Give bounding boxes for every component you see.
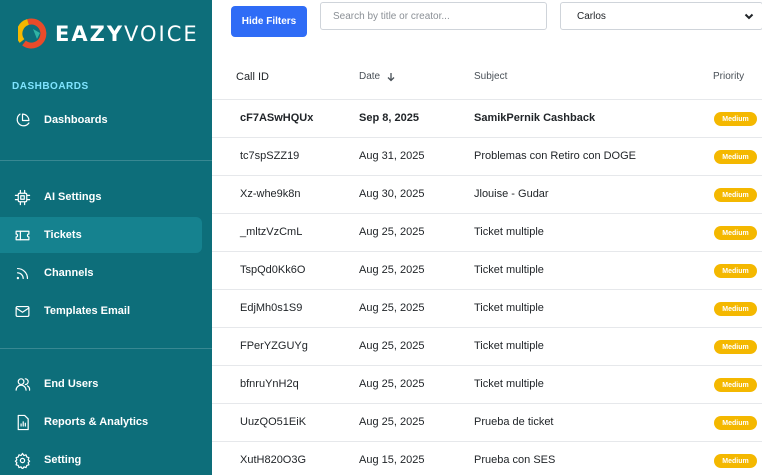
cell-subject: Prueba de ticket	[474, 416, 554, 428]
mail-icon	[12, 301, 32, 321]
sidebar-item-end-users[interactable]: End Users	[0, 366, 202, 402]
priority-badge: Medium	[714, 416, 757, 430]
header-priority[interactable]: Priority	[713, 71, 744, 82]
cell-call-id: FPerYZGUYg	[240, 340, 308, 352]
cell-subject: Ticket multiple	[474, 340, 544, 352]
priority-badge: Medium	[714, 454, 757, 468]
table-row[interactable]: XutH820O3G Aug 15, 2025 Prueba con SES Medi…	[212, 442, 762, 475]
table-row[interactable]: tc7spSZZ19 Aug 31, 2025 Problemas con Reti…	[212, 138, 762, 176]
cell-subject: Problemas con Retiro con DOGE	[474, 150, 637, 162]
sidebar-item-dashboards[interactable]: Dashboards	[0, 102, 202, 138]
cell-subject: Ticket multiple	[474, 302, 544, 314]
agent-select-value: Carlos	[577, 10, 606, 22]
priority-badge: Medium	[714, 340, 757, 354]
cell-call-id: _mltzVzCmL	[240, 226, 303, 238]
table-row[interactable]: _mltzVzCmL Aug 25, 2025 Ticket multiple Med…	[212, 214, 762, 252]
priority-badge: Medium	[714, 150, 757, 164]
cell-subject: SamikPernik Cashback	[474, 112, 596, 124]
table-row[interactable]: TspQd0Kk6O Aug 25, 2025 Ticket multiple Med…	[212, 252, 762, 290]
sidebar-item-label: Tickets	[44, 229, 82, 241]
sidebar-divider	[0, 160, 212, 161]
search-input[interactable]	[320, 2, 547, 30]
cell-call-id: EdjMh0s1S9	[240, 302, 303, 314]
brand-name: EAZYVOICE	[55, 22, 199, 46]
sidebar-item-reports-analytics[interactable]: Reports & Analytics	[0, 404, 202, 440]
cell-date: Aug 25, 2025	[359, 378, 425, 390]
cell-date: Aug 25, 2025	[359, 264, 425, 276]
cpu-icon	[12, 187, 32, 207]
gear-icon	[12, 450, 32, 470]
cell-call-id: cF7ASwHQUx	[240, 112, 314, 124]
header-call-id[interactable]: Call ID	[236, 71, 269, 83]
sidebar-item-tickets[interactable]: Tickets	[0, 217, 202, 253]
sidebar-item-label: Dashboards	[44, 114, 108, 126]
logo-mark-icon	[16, 17, 52, 51]
priority-badge: Medium	[714, 302, 757, 316]
sidebar-item-ai-settings[interactable]: AI Settings	[0, 179, 202, 215]
cell-call-id: Xz-whe9k8n	[240, 188, 301, 200]
priority-badge: Medium	[714, 378, 757, 392]
cell-call-id: bfnruYnH2q	[240, 378, 299, 390]
sidebar-divider	[0, 348, 212, 349]
table-header-row: Call ID Date Subject Priority	[212, 55, 762, 100]
report-icon	[12, 412, 32, 432]
cell-date: Aug 15, 2025	[359, 454, 425, 466]
priority-badge: Medium	[714, 226, 757, 240]
priority-badge: Medium	[714, 188, 757, 202]
arrow-down-icon	[387, 72, 395, 81]
cell-date: Aug 25, 2025	[359, 340, 425, 352]
cell-subject: Prueba con SES	[474, 454, 556, 466]
hide-filters-button[interactable]: Hide Filters	[231, 6, 307, 37]
sidebar-item-label: End Users	[44, 378, 99, 390]
sidebar-item-label: Channels	[44, 267, 94, 279]
table-row[interactable]: Xz-whe9k8n Aug 30, 2025 Jlouise - Gudar Med…	[212, 176, 762, 214]
sidebar-item-label: Reports & Analytics	[44, 416, 149, 428]
cell-call-id: tc7spSZZ19	[240, 150, 300, 162]
users-icon	[12, 374, 32, 394]
chevron-down-icon	[744, 13, 754, 20]
agent-select[interactable]: Carlos	[560, 2, 762, 30]
table-row[interactable]: FPerYZGUYg Aug 25, 2025 Ticket multiple Med…	[212, 328, 762, 366]
sidebar-item-label: AI Settings	[44, 191, 102, 203]
ticket-icon	[12, 225, 32, 245]
table-row[interactable]: EdjMh0s1S9 Aug 25, 2025 Ticket multiple Med…	[212, 290, 762, 328]
sidebar-section-title: DASHBOARDS	[12, 81, 89, 92]
cell-call-id: UuzQO51EiK	[240, 416, 307, 428]
sidebar: EAZYVOICE DASHBOARDS Dashboards AI Setti…	[0, 0, 212, 475]
sidebar-item-templates-email[interactable]: Templates Email	[0, 293, 202, 329]
sidebar-item-label: Templates Email	[44, 305, 130, 317]
pie-chart-icon	[12, 110, 32, 130]
cell-date: Aug 25, 2025	[359, 416, 425, 428]
header-date[interactable]: Date	[359, 71, 396, 82]
table-row[interactable]: cF7ASwHQUx Sep 8, 2025 SamikPernik Cashbac…	[212, 100, 762, 138]
sidebar-item-setting[interactable]: Setting	[0, 442, 202, 475]
cell-subject: Jlouise - Gudar	[474, 188, 549, 200]
cell-date: Aug 25, 2025	[359, 226, 425, 238]
cell-call-id: XutH820O3G	[240, 454, 307, 466]
sidebar-item-label: Setting	[44, 454, 82, 466]
priority-badge: Medium	[714, 264, 757, 278]
cell-subject: Ticket multiple	[474, 264, 544, 276]
table-row[interactable]: UuzQO51EiK Aug 25, 2025 Prueba de ticket Me…	[212, 404, 762, 442]
brand-logo[interactable]: EAZYVOICE	[16, 12, 199, 56]
cell-date: Aug 25, 2025	[359, 302, 425, 314]
cell-call-id: TspQd0Kk6O	[240, 264, 306, 276]
cell-date: Aug 30, 2025	[359, 188, 425, 200]
sidebar-item-channels[interactable]: Channels	[0, 255, 202, 291]
priority-badge: Medium	[714, 112, 757, 126]
cell-subject: Ticket multiple	[474, 226, 544, 238]
header-subject[interactable]: Subject	[474, 71, 507, 82]
cell-date: Sep 8, 2025	[359, 112, 419, 124]
table-row[interactable]: bfnruYnH2q Aug 25, 2025 Ticket multiple Med…	[212, 366, 762, 404]
rss-icon	[12, 263, 32, 283]
cell-date: Aug 31, 2025	[359, 150, 425, 162]
cell-subject: Ticket multiple	[474, 378, 544, 390]
